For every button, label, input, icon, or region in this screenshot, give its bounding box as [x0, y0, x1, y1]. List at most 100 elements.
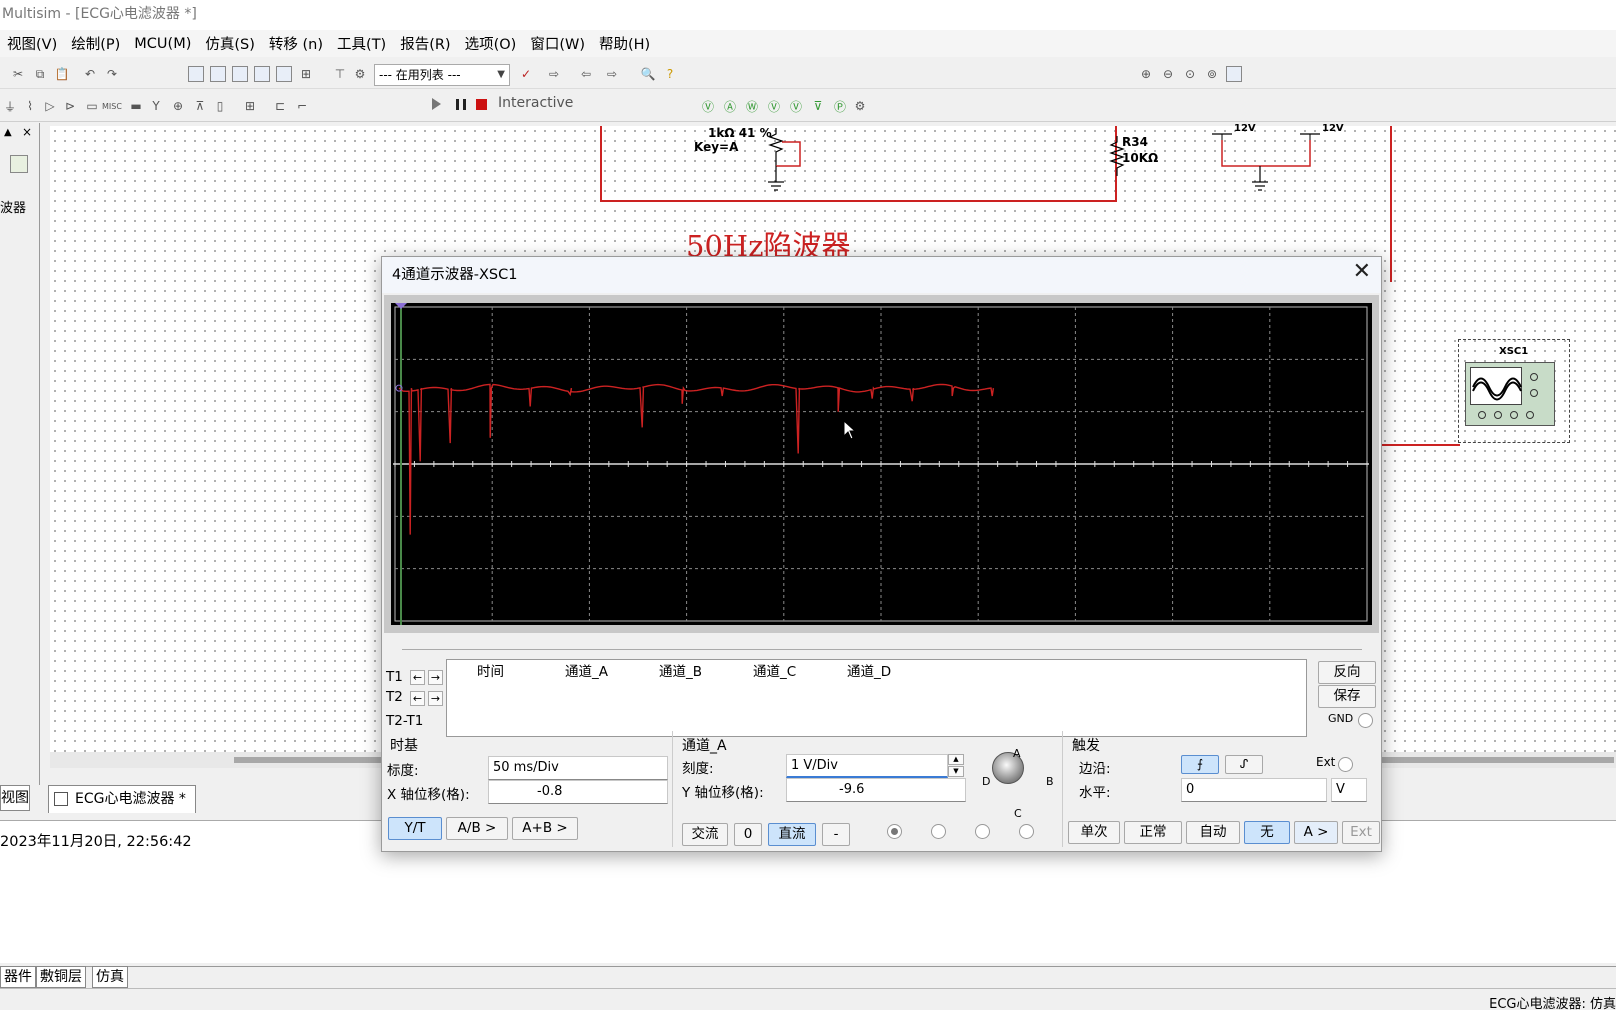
xsc1-instrument[interactable]: XSC1 [1458, 339, 1570, 443]
basic-component-icon[interactable]: ⌇ [22, 98, 38, 114]
falling-edge-icon[interactable]: ᔑ [1225, 755, 1263, 774]
probe-differential-icon[interactable]: Ⓥ [766, 98, 782, 114]
redo-icon[interactable]: ↷ [104, 66, 120, 82]
zoom-in-icon[interactable]: ⊕ [1138, 66, 1154, 82]
probe-settings-icon[interactable]: ⚙ [852, 98, 868, 114]
transistor-component-icon[interactable]: ⊳ [62, 98, 78, 114]
power-component-icon[interactable]: Y [148, 98, 164, 114]
back-annotate-icon[interactable]: ⇦ [578, 66, 594, 82]
xsc1-terminal-b[interactable] [1494, 411, 1502, 419]
toggle-design-toolbox-icon[interactable] [188, 66, 204, 82]
simulation-mode-label[interactable]: Interactive [498, 95, 573, 111]
probe-digital-icon[interactable]: ⊽ [810, 98, 826, 114]
scope-screen[interactable] [391, 303, 1372, 625]
x-position-field[interactable]: -0.8 [488, 780, 668, 804]
scale-down-icon[interactable]: ▼ [948, 766, 964, 777]
mode-yt-button[interactable]: Y/T [388, 817, 442, 840]
probe-reference-icon[interactable]: Ⓥ [788, 98, 804, 114]
transfer-icon[interactable]: ⇨ [546, 66, 562, 82]
oscilloscope-window[interactable]: 4通道示波器-XSC1 ✕ T1 T2 T2-T1 ← → ← → 时间 通道_… [381, 256, 1382, 852]
source-component-icon[interactable]: ⏚ [2, 98, 18, 114]
zoom-fit-icon[interactable]: ⊚ [1204, 66, 1220, 82]
channel-a-radio[interactable] [887, 824, 902, 839]
reverse-button[interactable]: 反向 [1318, 661, 1376, 684]
probe-current-icon[interactable]: Ⓐ [722, 98, 738, 114]
t2-left-arrow-icon[interactable]: ← [410, 691, 425, 706]
coupling-dc-button[interactable]: 直流 [768, 823, 816, 846]
menu-mcu[interactable]: MCU(M) [127, 36, 198, 52]
coupling-zero-button[interactable]: 0 [734, 823, 762, 846]
xsc1-terminal-d[interactable] [1526, 411, 1534, 419]
database-icon[interactable]: ⚙ [352, 66, 368, 82]
grapher-icon[interactable] [254, 66, 270, 82]
bus-icon[interactable]: ⊏ [272, 98, 288, 114]
save-button[interactable]: 保存 [1318, 685, 1376, 708]
analog-component-icon[interactable]: ▭ [84, 98, 100, 114]
tab-copper-layers[interactable]: 敷铜层 [36, 966, 86, 988]
panel-restore-icon[interactable]: ▲ [4, 127, 12, 138]
document-tab-ecg[interactable]: ECG心电滤波器 * [48, 785, 196, 813]
misc-component-icon[interactable]: MISC [102, 98, 122, 114]
diode-component-icon[interactable]: ▷ [42, 98, 58, 114]
channel-d-radio[interactable] [1019, 824, 1034, 839]
tab-simulation[interactable]: 仿真 [92, 966, 128, 988]
trigger-single-button[interactable]: 单次 [1068, 821, 1120, 844]
probe-voltage-icon[interactable]: Ⓥ [700, 98, 716, 114]
menu-transfer[interactable]: 转移 (n) [262, 33, 330, 54]
paste-icon[interactable]: 📋 [54, 66, 70, 82]
trigger-source-a-button[interactable]: A > [1294, 821, 1338, 844]
find-icon[interactable]: 🔍 [640, 66, 656, 82]
zoom-out-icon[interactable]: ⊖ [1160, 66, 1176, 82]
mcu-component-icon[interactable]: ▯ [212, 98, 228, 114]
mode-a-plus-b-button[interactable]: A+B > [512, 817, 578, 840]
wire-icon[interactable]: ⌐ [294, 98, 310, 114]
channel-c-radio[interactable] [975, 824, 990, 839]
menu-window[interactable]: 窗口(W) [523, 33, 592, 54]
view-tab[interactable]: 视图 [0, 785, 30, 811]
xsc1-terminal-a[interactable] [1478, 411, 1486, 419]
tab-components[interactable]: 器件 [0, 966, 36, 988]
trigger-auto-button[interactable]: 自动 [1186, 821, 1240, 844]
zoom-area-icon[interactable]: ⊙ [1182, 66, 1198, 82]
menu-reports[interactable]: 报告(R) [393, 33, 457, 54]
probe-bus-icon[interactable]: Ⓟ [832, 98, 848, 114]
hierarchy-icon[interactable]: ⊤ [332, 66, 348, 82]
xsc1-terminal-c[interactable] [1510, 411, 1518, 419]
run-simulation-icon[interactable] [432, 98, 441, 110]
channel-scale-field[interactable]: 1 V/Div [786, 754, 948, 778]
trigger-level-unit[interactable]: V [1331, 778, 1367, 802]
close-icon[interactable]: ✕ [1353, 259, 1371, 284]
trigger-normal-button[interactable]: 正常 [1124, 821, 1182, 844]
xsc1-terminal-g[interactable] [1530, 373, 1538, 381]
stop-simulation-icon[interactable] [476, 99, 487, 110]
xsc1-terminal-t[interactable] [1530, 389, 1538, 397]
coupling-ac-button[interactable]: 交流 [682, 823, 728, 846]
in-use-list-dropdown[interactable]: --- 在用列表 --- ▼ [374, 64, 510, 86]
undo-icon[interactable]: ↶ [82, 66, 98, 82]
t1-left-arrow-icon[interactable]: ← [410, 670, 425, 685]
menu-options[interactable]: 选项(O) [458, 33, 524, 54]
rising-edge-icon[interactable]: ⨍ [1181, 755, 1219, 774]
copy-icon[interactable]: ⧉ [32, 66, 48, 82]
coupling-minus-button[interactable]: - [822, 823, 850, 846]
trigger-none-button[interactable]: 无 [1244, 821, 1290, 844]
pause-simulation-icon[interactable] [456, 99, 466, 110]
menu-view[interactable]: 视图(V) [0, 33, 64, 54]
menu-help[interactable]: 帮助(H) [592, 33, 657, 54]
gnd-radio[interactable] [1358, 713, 1373, 728]
scale-up-icon[interactable]: ▲ [948, 754, 964, 765]
trigger-level-field[interactable]: 0 [1181, 778, 1327, 802]
hierarchical-block-icon[interactable]: ⊞ [242, 98, 258, 114]
timebase-scale-field[interactable]: 50 ms/Div [488, 756, 668, 780]
design-file-icon[interactable] [10, 155, 28, 173]
tree-item-design[interactable]: 波器 [0, 197, 26, 216]
help-icon[interactable]: ? [662, 66, 678, 82]
full-screen-icon[interactable] [1226, 66, 1242, 82]
trigger-ext-radio[interactable] [1338, 757, 1353, 772]
trigger-ext-button[interactable]: Ext [1342, 821, 1380, 844]
mode-ab-button[interactable]: A/B > [446, 817, 508, 840]
postprocessor-icon[interactable] [276, 66, 292, 82]
t1-right-arrow-icon[interactable]: → [428, 670, 443, 685]
menu-tools[interactable]: 工具(T) [330, 33, 393, 54]
electromechanical-icon[interactable]: ⊼ [192, 98, 208, 114]
